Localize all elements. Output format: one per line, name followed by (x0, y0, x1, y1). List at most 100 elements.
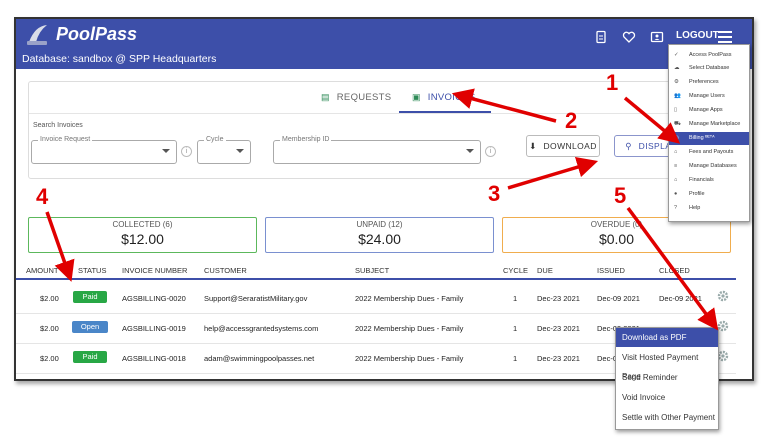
row-due: Dec-23 2021 (537, 294, 580, 303)
row-cycle: 1 (513, 324, 518, 333)
database-indicator: Database: sandbox @ SPP Headquarters (22, 53, 217, 65)
row-invoice-number[interactable]: AGSBILLING-0018 (122, 354, 186, 363)
menu-item-access-poolpass[interactable]: ✓ Access PoolPass (669, 49, 749, 62)
row-subject: 2022 Membership Dues - Family (355, 354, 464, 363)
menu-item-label: Financials (689, 177, 714, 183)
row-closed: Dec-09 2021 (659, 294, 702, 303)
cycle-select[interactable]: Cycle (197, 136, 251, 164)
tab-requests-label: REQUESTS (336, 92, 392, 103)
users-icon: 👥 (674, 93, 681, 99)
menu-item-help[interactable]: ? Help (669, 202, 749, 215)
logout-button[interactable]: LOGOUT (676, 30, 719, 41)
send-reminder-option[interactable]: Send Reminder (616, 368, 718, 387)
tab-invoices-label: INVOICES (427, 92, 476, 103)
menu-item-manage-marketplace[interactable]: ⛟ Manage Marketplace (669, 118, 749, 131)
menu-item-label: Select Database (689, 65, 730, 71)
collected-label: COLLECTED (6) (112, 220, 173, 229)
document-icon[interactable] (594, 30, 608, 44)
menu-item-financials[interactable]: ⌂ Financials (669, 174, 749, 187)
gear-icon: ⚙ (674, 79, 679, 85)
menu-item-label: Profile (689, 191, 705, 197)
bank-icon: ⌂ (674, 149, 678, 155)
pool-ladder-logo-icon (27, 25, 47, 45)
row-invoice-number[interactable]: AGSBILLING-0020 (122, 294, 186, 303)
top-bar: PoolPass Database: sandbox @ SPP Headqua… (16, 19, 752, 69)
column-header-issued[interactable]: ISSUED (597, 266, 625, 275)
annotation-number-2: 2 (565, 108, 578, 133)
menu-item-label: Manage Users (689, 93, 725, 99)
info-icon[interactable]: i (485, 146, 496, 157)
download-button[interactable]: ⬇ DOWNLOAD (526, 135, 600, 157)
annotation-number-1: 1 (606, 70, 619, 95)
column-header-subject[interactable]: SUBJECT (355, 266, 389, 275)
collected-value: $12.00 (121, 231, 164, 247)
menu-item-billing[interactable]: ◎ Billing ᴮᴱᵀᴬ (669, 132, 749, 145)
chevron-down-icon (162, 149, 170, 153)
status-badge: Paid (73, 351, 107, 363)
overdue-summary: OVERDUE (0) $0.00 (502, 217, 731, 253)
menu-item-manage-apps[interactable]: ▯ Manage Apps (669, 104, 749, 117)
row-cycle: 1 (513, 354, 518, 363)
download-icon: ⬇ (529, 141, 537, 151)
search-invoices-label: Search Invoices (33, 122, 83, 129)
phone-icon: ▯ (674, 107, 678, 113)
row-issued: Dec-09 2021 (597, 294, 640, 303)
column-header-status[interactable]: STATUS (78, 266, 106, 275)
row-customer: help@accessgrantedsystems.com (204, 324, 319, 333)
row-customer: adam@swimmingpoolpasses.net (204, 354, 315, 363)
visit-hosted-payment-page-option[interactable]: Visit Hosted Payment Page (616, 348, 718, 381)
row-due: Dec-23 2021 (537, 354, 580, 363)
column-header-amount[interactable]: AMOUNT (26, 266, 59, 275)
column-header-customer[interactable]: CUSTOMER (204, 266, 247, 275)
app-logo-text[interactable]: PoolPass (56, 24, 137, 45)
tab-requests[interactable]: ▤ REQUESTS (321, 92, 391, 103)
row-subject: 2022 Membership Dues - Family (355, 294, 464, 303)
membership-id-select[interactable]: Membership ID (273, 136, 481, 164)
requests-icon: ▤ (321, 92, 330, 102)
chevron-down-icon (236, 149, 244, 153)
download-as-pdf-option[interactable]: Download as PDF (616, 328, 718, 347)
column-header-invoice-number[interactable]: INVOICE NUMBER (122, 266, 187, 275)
menu-item-manage-databases[interactable]: ≡ Manage Databases (669, 160, 749, 173)
annotation-number-5: 5 (614, 183, 627, 208)
menu-item-profile[interactable]: ● Profile (669, 188, 749, 201)
menu-item-label: Fees and Payouts (689, 149, 734, 155)
row-amount: $2.00 (40, 354, 59, 363)
menu-item-label: Manage Marketplace (689, 121, 741, 127)
menu-item-preferences[interactable]: ⚙ Preferences (669, 76, 749, 89)
overdue-value: $0.00 (598, 231, 635, 247)
row-customer: Support@SeraratistMilitary.gov (204, 294, 308, 303)
heart-icon[interactable] (622, 30, 636, 44)
unpaid-value: $24.00 (358, 231, 401, 247)
billing-icon: ◎ (674, 135, 679, 141)
menu-item-label: Preferences (689, 79, 719, 85)
menu-item-manage-users[interactable]: 👥 Manage Users (669, 90, 749, 103)
help-icon: ? (674, 205, 678, 211)
column-header-closed[interactable]: CLOSED (659, 266, 690, 275)
profile-icon: ● (674, 191, 678, 197)
gear-icon[interactable] (717, 290, 729, 302)
row-due: Dec-23 2021 (537, 324, 580, 333)
column-header-cycle[interactable]: CYCLE (503, 266, 528, 275)
void-invoice-option[interactable]: Void Invoice (616, 388, 718, 407)
menu-item-label: Billing ᴮᴱᵀᴬ (689, 135, 715, 141)
cycle-legend: Cycle (204, 136, 226, 143)
settle-with-other-payment-option[interactable]: Settle with Other Payment (616, 408, 718, 427)
info-icon[interactable]: i (181, 146, 192, 157)
id-card-icon[interactable] (650, 30, 664, 44)
cloud-icon: ☁ (674, 65, 680, 71)
menu-item-select-database[interactable]: ☁ Select Database (669, 62, 749, 75)
column-header-due[interactable]: DUE (537, 266, 553, 275)
tab-divider (29, 113, 739, 114)
tab-invoices[interactable]: ▣ INVOICES (412, 92, 476, 103)
invoice-request-select[interactable]: Invoice Request (31, 136, 177, 164)
row-invoice-number[interactable]: AGSBILLING-0019 (122, 324, 186, 333)
menu-item-fees-and-payouts[interactable]: ⌂ Fees and Payouts (669, 146, 749, 159)
invoice-table-header: AMOUNT STATUS INVOICE NUMBER CUSTOMER SU… (16, 266, 736, 280)
main-dropdown-menu: ✓ Access PoolPass ☁ Select Database ⚙ Pr… (668, 44, 750, 222)
collected-summary: COLLECTED (6) $12.00 (28, 217, 257, 253)
table-row[interactable]: $2.00 Paid AGSBILLING-0020 Support@Serar… (16, 283, 736, 314)
annotation-number-3: 3 (488, 181, 501, 206)
row-subject: 2022 Membership Dues - Family (355, 324, 464, 333)
invoice-request-legend: Invoice Request (38, 136, 93, 143)
